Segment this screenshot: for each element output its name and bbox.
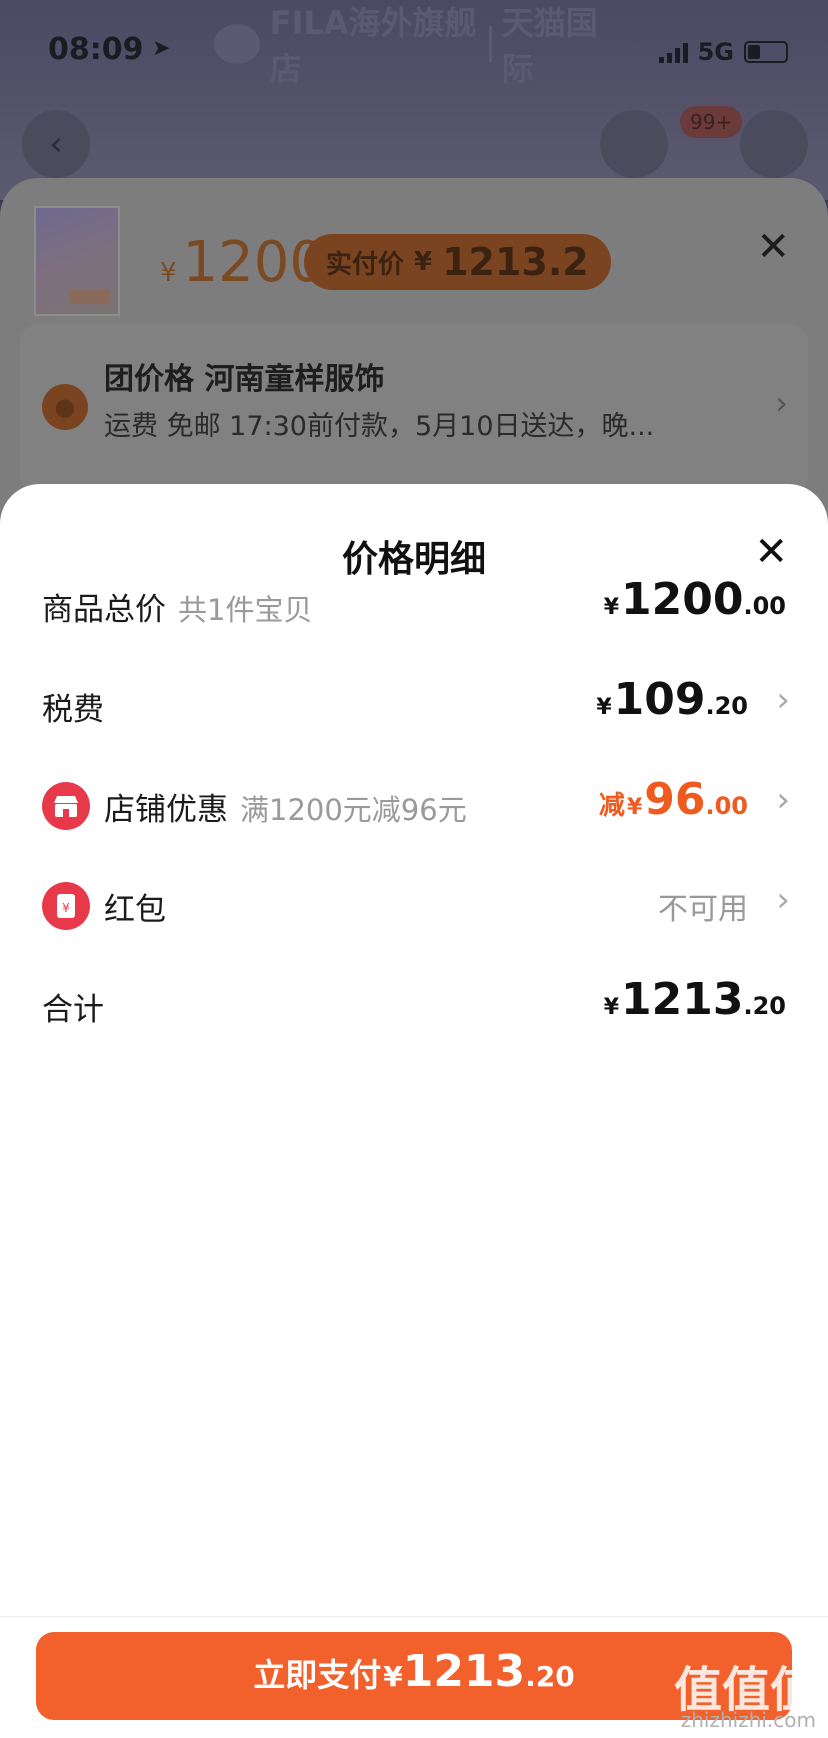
store-banner: FILA海外旗舰店 天猫国际	[214, 4, 614, 88]
row-item-total: 商品总价 共1件宝贝 ¥1200.00	[0, 570, 828, 640]
row-hint: 满1200元减96元	[240, 793, 467, 827]
location-pin-icon: ●	[42, 384, 88, 430]
chevron-right-icon: ›	[775, 384, 788, 422]
item-total-value: ¥1200.00	[603, 574, 786, 625]
row-hongbao[interactable]: ¥ 红包 不可用 ›	[0, 870, 828, 940]
paid-price-pill: 实付价 ¥ 1213.2	[304, 234, 611, 290]
watermark-url: zhizhizhi.com	[680, 1708, 816, 1732]
more-icon[interactable]	[740, 110, 808, 178]
pay-label: 立即支付	[253, 1656, 382, 1694]
price-detail-sheet: 价格明细 ✕ 商品总价 共1件宝贝 ¥1200.00 税费 ¥109.20 › 店…	[0, 484, 828, 1738]
status-time: 08:09	[48, 32, 144, 67]
bottom-divider	[0, 1616, 828, 1617]
store-logo-icon	[214, 24, 260, 64]
store-name: FILA海外旗舰店	[269, 4, 477, 88]
row-hint: 共1件宝贝	[178, 593, 313, 627]
svg-text:¥: ¥	[62, 901, 70, 915]
sku-price: ¥1200	[160, 230, 326, 295]
location-arrow-icon: ➤	[152, 36, 171, 61]
signal-icon	[658, 41, 688, 63]
hongbao-icon: ¥	[42, 882, 90, 930]
status-indicators: 5G	[658, 38, 788, 66]
cart-icon[interactable]	[600, 110, 668, 178]
paid-price-value: 1213.2	[442, 240, 589, 284]
close-icon[interactable]: ✕	[754, 532, 788, 572]
total-value: ¥1213.20	[603, 974, 786, 1025]
chevron-right-icon: ›	[776, 880, 790, 920]
paid-price-currency: ¥	[414, 247, 433, 277]
store-platform: 天猫国际	[501, 4, 598, 88]
row-label: 红包	[104, 892, 166, 928]
row-label: 税费	[42, 692, 104, 728]
cart-badge: 99+	[680, 106, 743, 138]
hongbao-status: 不可用	[658, 892, 748, 927]
product-thumbnail[interactable]	[34, 206, 120, 316]
network-type: 5G	[697, 38, 734, 66]
row-tax[interactable]: 税费 ¥109.20 ›	[0, 670, 828, 740]
pay-amount-int: 1213	[402, 1646, 526, 1697]
tax-value: ¥109.20	[596, 674, 748, 725]
pay-amount-dec: .20	[525, 1660, 575, 1693]
row-shop-discount[interactable]: 店铺优惠 满1200元减96元 减 ¥96.00 ›	[0, 770, 828, 840]
address-subtitle: 运费 免邮 17:30前付款，5月10日送达，晚...	[104, 411, 655, 442]
background-page-header: 08:09 ➤ FILA海外旗舰店 天猫国际 5G ‹ 99+	[0, 0, 828, 200]
banner-divider	[489, 26, 492, 62]
pay-currency: ¥	[383, 1660, 403, 1693]
chevron-right-icon: ›	[776, 680, 790, 720]
sku-close-icon[interactable]: ✕	[756, 224, 790, 270]
address-card[interactable]: ● 团价格 河南童样服饰 运费 免邮 17:30前付款，5月10日送达，晚...…	[20, 324, 808, 494]
shop-icon	[42, 782, 90, 830]
row-label: 合计	[42, 992, 104, 1028]
row-total: 合计 ¥1213.20	[0, 970, 828, 1040]
back-icon[interactable]: ‹	[22, 110, 90, 178]
battery-icon	[744, 41, 788, 63]
chevron-right-icon: ›	[776, 780, 790, 820]
paid-price-label: 实付价	[326, 249, 405, 280]
row-label: 商品总价 共1件宝贝	[42, 592, 313, 628]
address-title: 团价格 河南童样服饰	[104, 362, 385, 397]
shop-discount-value: 减 ¥96.00	[598, 774, 748, 825]
row-label: 店铺优惠 满1200元减96元	[104, 792, 467, 828]
